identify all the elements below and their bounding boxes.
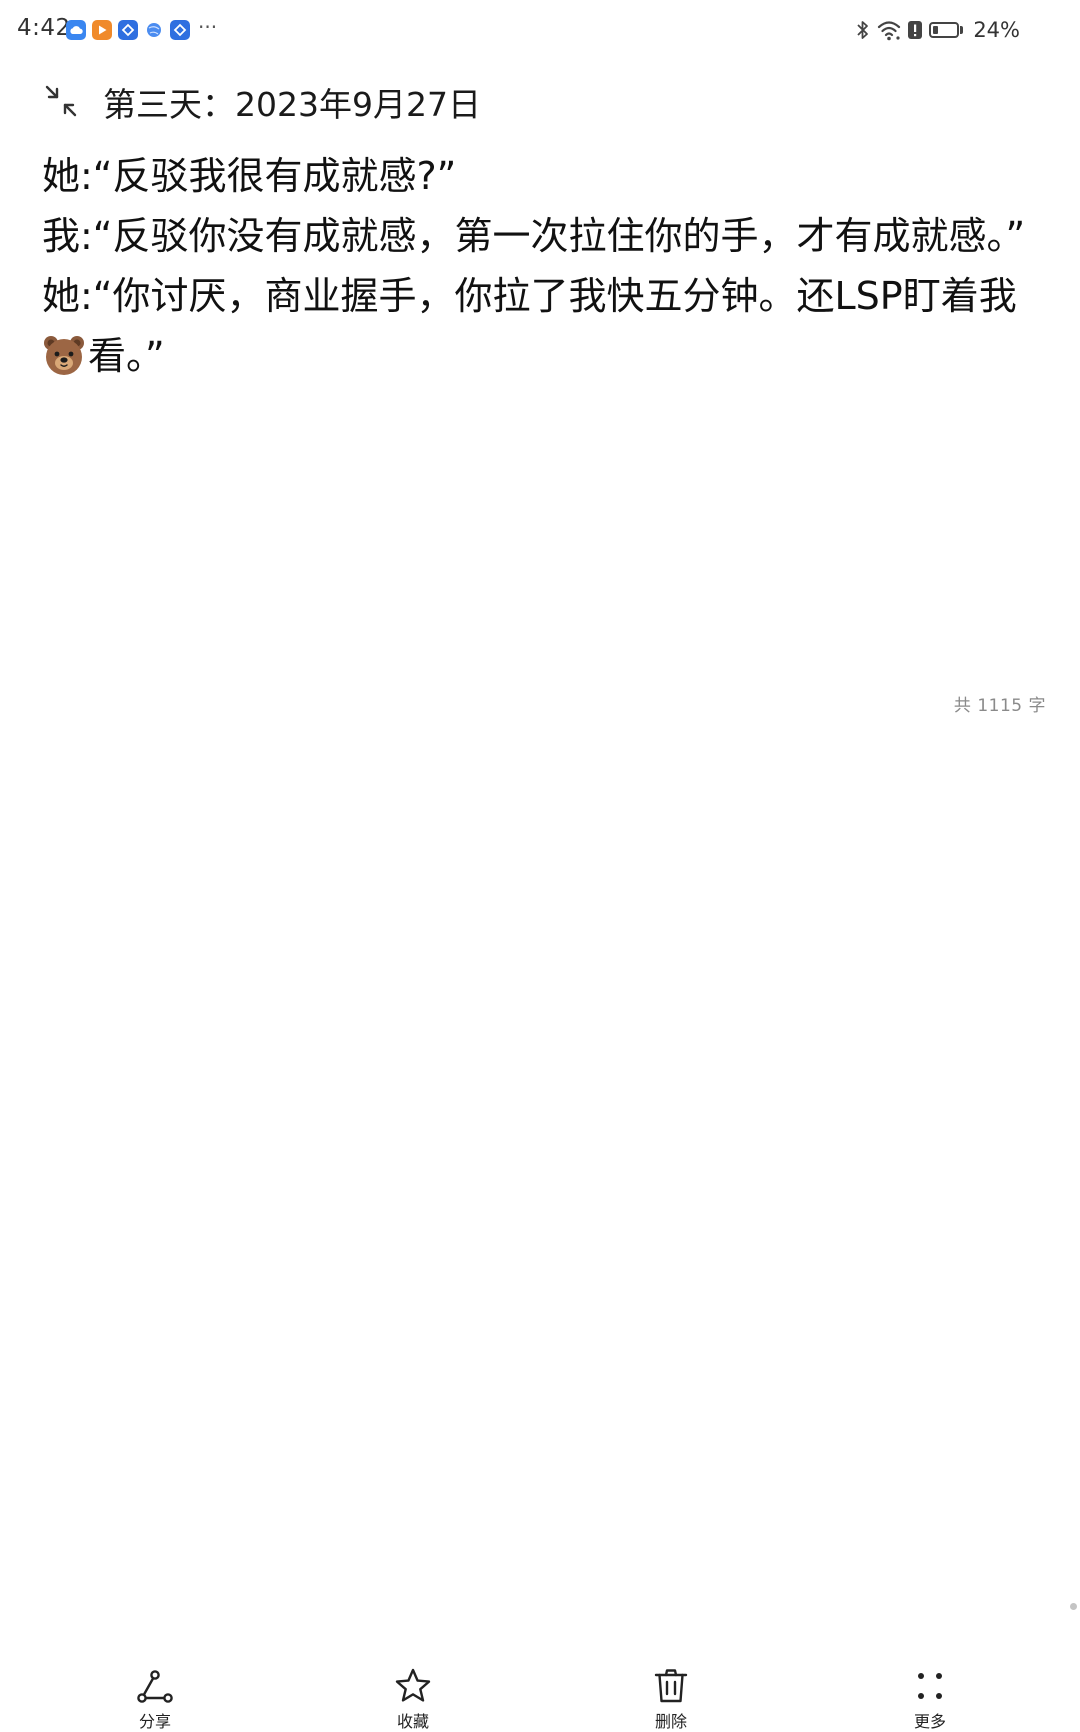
battery-percentage: 24%	[973, 18, 1020, 42]
bluetooth-icon	[857, 21, 869, 39]
more-button[interactable]: 更多	[870, 1666, 990, 1732]
video-app-icon	[92, 20, 112, 40]
share-icon	[137, 1670, 173, 1703]
house-app-icon	[118, 20, 138, 40]
note-line: 我:“反驳你没有成就感，第一次拉住你的手，才有成就感。”	[42, 214, 1026, 258]
notification-icons: ···	[66, 15, 218, 40]
note-line: 她:“反驳我很有成就感?”	[42, 154, 457, 198]
bear-face-emoji-icon	[44, 336, 84, 375]
note-line-text: 看。”	[88, 334, 165, 378]
word-count: 共 1115 字	[953, 696, 1046, 716]
more-dots-icon	[918, 1673, 942, 1699]
note-line: 看。”	[42, 326, 1052, 386]
status-bar: 4:42 ··· 24%	[0, 0, 1080, 62]
delete-label: 删除	[654, 1712, 687, 1731]
favorite-label: 收藏	[396, 1712, 429, 1731]
note-title: 第三天：2023年9月27日	[103, 85, 481, 124]
battery-icon	[929, 22, 960, 38]
status-time: 4:42	[17, 15, 71, 41]
wifi-icon	[878, 21, 901, 41]
more-notifications-icon: ···	[198, 15, 218, 39]
battery-tip	[960, 26, 964, 34]
share-button[interactable]: 分享	[95, 1666, 215, 1732]
cloud-app-icon	[66, 20, 86, 40]
delete-button[interactable]: 删除	[611, 1666, 731, 1732]
favorite-button[interactable]: 收藏	[353, 1666, 473, 1732]
star-icon	[395, 1668, 431, 1702]
note-line: 她:“你讨厌，商业握手，你拉了我快五分钟。还LSP盯着我	[42, 274, 1017, 318]
note-content[interactable]: 她:“反驳我很有成就感?” 我:“反驳你没有成就感，第一次拉住你的手，才有成就感…	[42, 146, 1052, 386]
system-status: 24%	[855, 18, 1020, 42]
alert-icon	[908, 21, 923, 39]
scroll-indicator[interactable]	[1070, 1603, 1077, 1610]
collapse-icon[interactable]	[44, 84, 78, 118]
trash-icon	[654, 1669, 688, 1703]
bottom-toolbar: 分享 收藏 删除 更多	[0, 1658, 1080, 1731]
share-label: 分享	[138, 1712, 171, 1731]
house-app-icon	[170, 20, 190, 40]
more-label: 更多	[913, 1712, 946, 1731]
globe-app-icon	[144, 20, 164, 40]
battery-fill	[933, 26, 939, 34]
